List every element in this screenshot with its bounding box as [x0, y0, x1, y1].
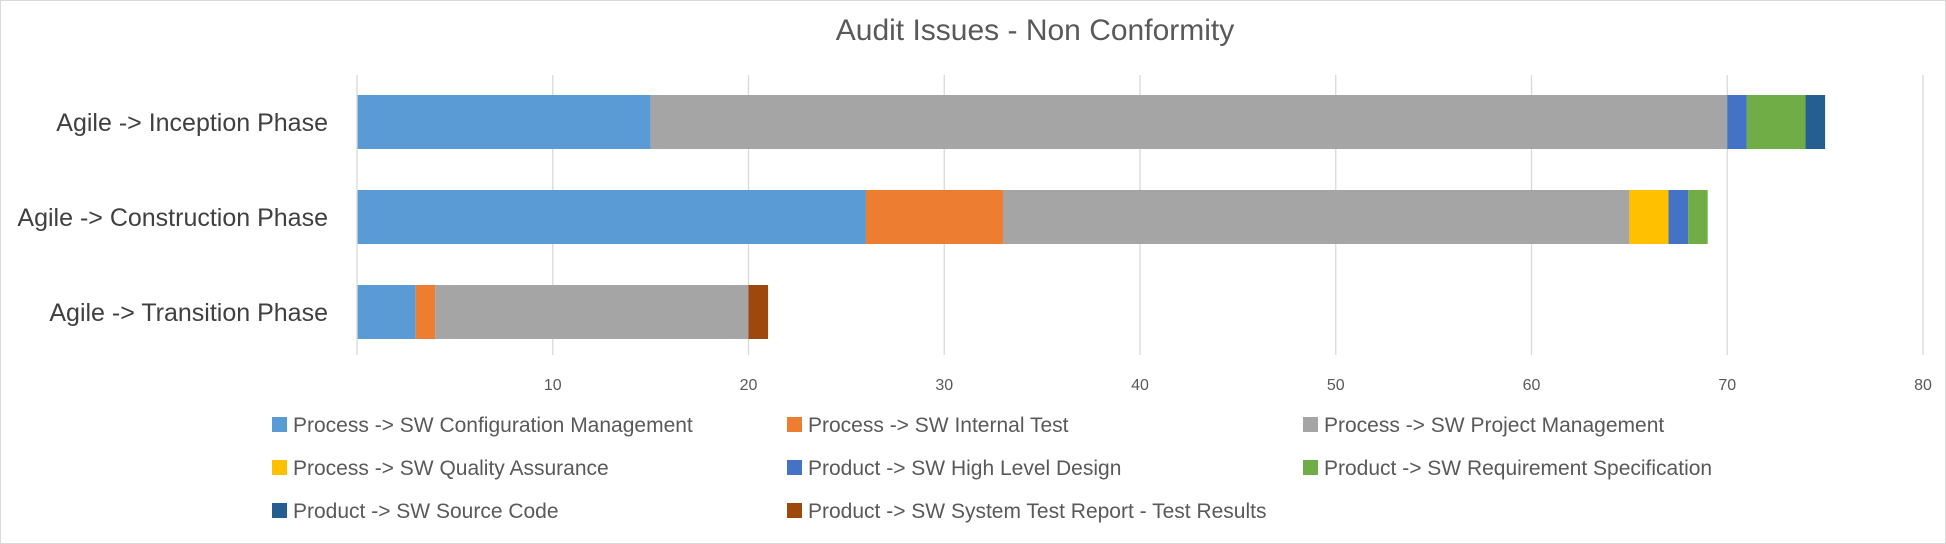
legend-label: Product -> SW High Level Design — [808, 457, 1121, 480]
legend-swatch — [787, 417, 802, 432]
legend-item: Product -> SW System Test Report - Test … — [787, 500, 1266, 523]
legend-label: Process -> SW Configuration Management — [293, 414, 693, 437]
bar-segment — [1805, 95, 1826, 149]
x-tick-label: 60 — [1523, 377, 1541, 394]
bar-segment — [357, 285, 416, 339]
bar-segment — [1746, 95, 1806, 149]
bar-segment — [865, 190, 1003, 244]
bar-segment — [415, 285, 436, 339]
legend-item: Process -> SW Project Management — [1303, 414, 1664, 437]
x-tick-label: 40 — [1131, 377, 1149, 394]
category-label: Agile -> Transition Phase — [49, 299, 328, 327]
bar-segment — [748, 285, 769, 339]
legend-swatch — [1303, 417, 1318, 432]
legend-swatch — [787, 460, 802, 475]
category-label: Agile -> Construction Phase — [17, 204, 328, 232]
bar-segment — [1629, 190, 1669, 244]
x-tick-label: 20 — [740, 377, 758, 394]
bar-segment — [357, 95, 651, 149]
category-label: Agile -> Inception Phase — [56, 109, 328, 137]
x-tick-label: 30 — [935, 377, 953, 394]
legend-label: Product -> SW Source Code — [293, 500, 559, 523]
legend-item: Process -> SW Internal Test — [787, 414, 1069, 437]
bar-segment — [1002, 190, 1630, 244]
x-tick-label: 50 — [1327, 377, 1345, 394]
legend-label: Product -> SW Requirement Specification — [1324, 457, 1712, 480]
stacked-bar-chart: Audit Issues - Non Conformity 10 20 30 40 50… — [17, 14, 1932, 523]
bar-segment — [435, 285, 749, 339]
bar-segment — [1668, 190, 1689, 244]
legend-swatch — [272, 417, 287, 432]
legend-label: Process -> SW Quality Assurance — [293, 457, 609, 480]
chart-frame: Audit Issues - Non Conformity 10 20 30 40 50… — [0, 0, 1946, 544]
chart-title: Audit Issues - Non Conformity — [836, 14, 1234, 47]
x-tick-label: 70 — [1718, 377, 1736, 394]
legend-swatch — [272, 460, 287, 475]
bar-segment — [650, 95, 1728, 149]
bar-segment — [357, 190, 866, 244]
bar-segment — [1688, 190, 1708, 244]
legend-item: Process -> SW Configuration Management — [272, 414, 693, 437]
x-tick-label: 80 — [1914, 377, 1932, 394]
legend-label: Process -> SW Project Management — [1324, 414, 1664, 437]
legend-swatch — [272, 503, 287, 518]
legend-label: Product -> SW System Test Report - Test … — [808, 500, 1266, 523]
legend: Process -> SW Configuration Management Pr… — [272, 414, 1712, 523]
x-tick-label: 10 — [544, 377, 562, 394]
legend-swatch — [1303, 460, 1318, 475]
legend-item: Product -> SW Requirement Specification — [1303, 457, 1712, 480]
bar-segment — [1727, 95, 1747, 149]
legend-label: Process -> SW Internal Test — [808, 414, 1069, 437]
legend-swatch — [787, 503, 802, 518]
bars — [357, 95, 1826, 339]
legend-item: Product -> SW High Level Design — [787, 457, 1121, 480]
legend-item: Process -> SW Quality Assurance — [272, 457, 609, 480]
legend-item: Product -> SW Source Code — [272, 500, 559, 523]
